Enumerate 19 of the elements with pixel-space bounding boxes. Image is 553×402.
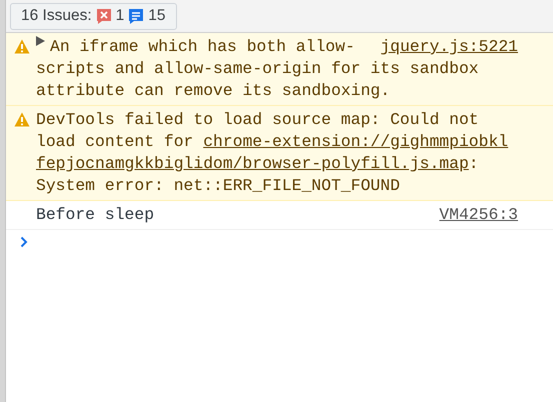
file-link[interactable]: chrome-extension://gighmmpiobkl (203, 131, 508, 153)
message-icon (128, 8, 144, 24)
warning-icon (14, 39, 30, 54)
file-link[interactable]: fepjocnamgkkbiglidom/browser-polyfill.js.map (36, 153, 469, 175)
message-text: DevTools failed to load source map: Could not (36, 109, 479, 131)
warning-icon (14, 112, 30, 127)
source-link[interactable]: jquery.js:5221 (370, 36, 518, 58)
message-text: scripts and allow-same-origin for its sandbox (36, 58, 479, 80)
prompt-chevron-icon (20, 236, 28, 248)
expand-triangle-icon[interactable] (36, 36, 45, 46)
message-text: System error: net::ERR_FILE_NOT_FOUND (36, 175, 400, 197)
message-text: load content for (36, 131, 194, 153)
source-link[interactable]: VM4256:3 (429, 204, 518, 226)
issues-button[interactable]: 16 Issues: 1 15 (10, 2, 177, 30)
message-text: Before sleep (36, 204, 154, 226)
message-text: attribute can remove its sandboxing. (36, 80, 390, 102)
message-text: An iframe which has both allow- (50, 36, 355, 58)
error-icon (96, 8, 112, 24)
message-text: : (468, 153, 479, 175)
